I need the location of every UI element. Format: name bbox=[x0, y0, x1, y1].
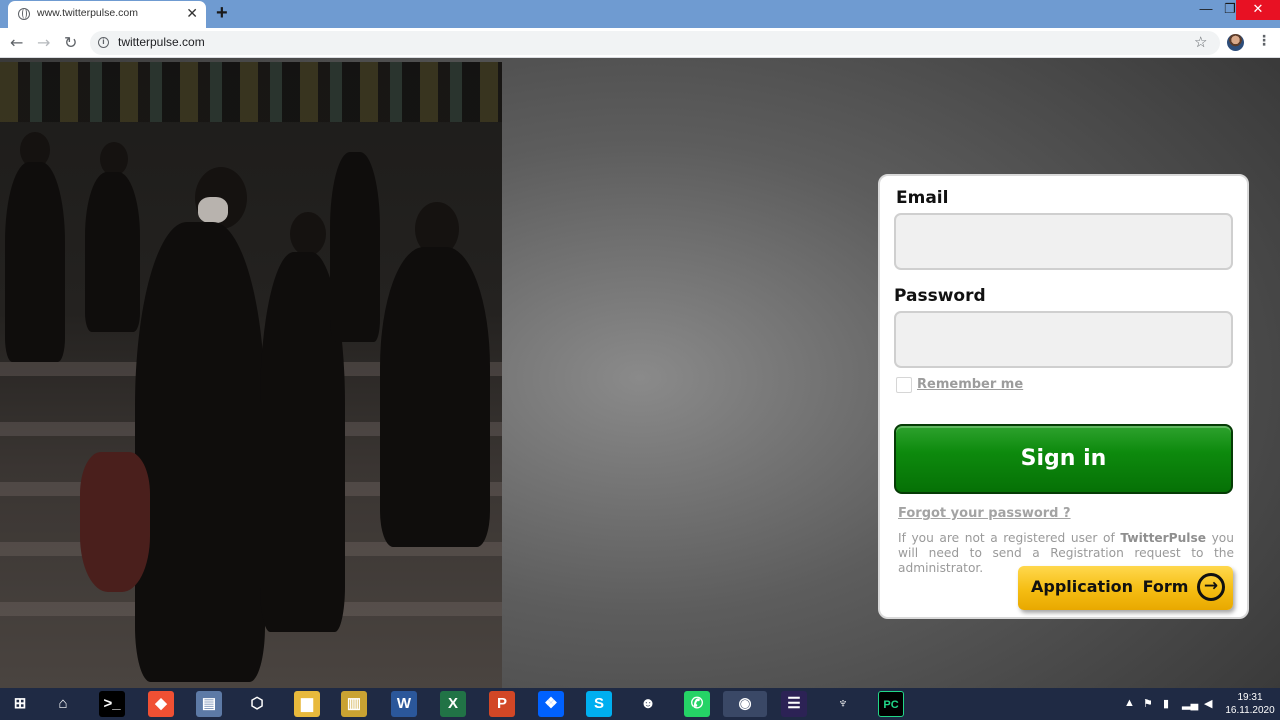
url-text[interactable]: twitterpulse.com bbox=[118, 35, 205, 49]
remember-me-label[interactable]: Remember me bbox=[917, 377, 1023, 392]
photo-person bbox=[100, 142, 128, 176]
sign-in-button[interactable]: Sign in bbox=[894, 424, 1233, 494]
application-form-label: Application Form bbox=[1031, 577, 1189, 596]
windows-start-icon[interactable]: ⊞ bbox=[7, 691, 33, 717]
dropbox-icon[interactable]: ❖ bbox=[538, 691, 564, 717]
site-info-icon[interactable]: i bbox=[98, 37, 109, 48]
globe-icon bbox=[18, 8, 30, 20]
info-brand: TwitterPulse bbox=[1120, 531, 1206, 545]
page-background: Email Password Remember me Sign in Forgo… bbox=[0, 58, 1280, 688]
eclipse-icon[interactable]: ☰ bbox=[781, 691, 807, 717]
browser-menu-icon[interactable]: ⋮ bbox=[1257, 33, 1271, 49]
password-label: Password bbox=[894, 286, 986, 306]
home-icon[interactable]: ⌂ bbox=[50, 691, 76, 717]
volume-muted-icon[interactable]: ◀ bbox=[1204, 697, 1212, 710]
browser-toolbar: ← → ↻ i twitterpulse.com ☆ ⋮ bbox=[0, 28, 1280, 58]
flag-icon[interactable]: ⚑ bbox=[1143, 697, 1153, 710]
windows-taskbar: ⊞ ⌂ >_ ◆ ▤ ⬡ ▆ ▥ W X P ❖ S ☻ ✆ ◉ ☰ ♆ PC ▲ ⚑ ▮ ▂▄ ◀ 19:31 1… bbox=[0, 688, 1280, 720]
password-input[interactable] bbox=[896, 313, 1231, 366]
password-field[interactable] bbox=[894, 311, 1233, 368]
photo-lights bbox=[0, 62, 502, 122]
tab-title: www.twitterpulse.com bbox=[37, 7, 138, 19]
virtualbox-icon[interactable]: ⬡ bbox=[244, 691, 270, 717]
arrow-circle-right-icon: → bbox=[1197, 573, 1225, 601]
application-form-button[interactable]: Application Form → bbox=[1018, 566, 1233, 610]
network-icon[interactable]: ▤ bbox=[196, 691, 222, 717]
powerpoint-icon[interactable]: P bbox=[489, 691, 515, 717]
archive-icon[interactable]: ▥ bbox=[341, 691, 367, 717]
mysql-workbench-icon[interactable]: ♆ bbox=[830, 691, 856, 717]
back-arrow-icon[interactable]: ← bbox=[10, 33, 23, 52]
tray-chevron-icon[interactable]: ▲ bbox=[1124, 697, 1135, 709]
system-clock[interactable]: 19:31 16.11.2020 bbox=[1224, 691, 1276, 717]
word-icon[interactable]: W bbox=[391, 691, 417, 717]
info-prefix: If you are not a registered user of bbox=[898, 531, 1121, 545]
git-icon[interactable]: ◆ bbox=[148, 691, 174, 717]
photo-person bbox=[380, 247, 490, 547]
photo-person bbox=[290, 212, 326, 256]
photo-person bbox=[330, 152, 380, 342]
close-window-button[interactable]: ✕ bbox=[1236, 0, 1280, 20]
clock-date: 16.11.2020 bbox=[1225, 705, 1275, 716]
crowd-photo bbox=[0, 62, 502, 688]
reload-icon[interactable]: ↻ bbox=[64, 33, 77, 52]
battery-icon[interactable]: ▮ bbox=[1163, 697, 1169, 710]
forgot-password-link[interactable]: Forgot your password ? bbox=[898, 506, 1071, 521]
photo-person bbox=[85, 172, 140, 332]
signal-icon[interactable]: ▂▄ bbox=[1182, 697, 1198, 710]
browser-tab[interactable]: www.twitterpulse.com ✕ bbox=[8, 1, 206, 28]
photo-face-mask bbox=[198, 197, 228, 223]
new-tab-button[interactable]: + bbox=[216, 2, 228, 25]
email-label: Email bbox=[896, 188, 949, 208]
photo-bag bbox=[80, 452, 150, 592]
discord-icon[interactable]: ☻ bbox=[635, 691, 661, 717]
tab-close-icon[interactable]: ✕ bbox=[186, 5, 198, 22]
pycharm-icon[interactable]: PC bbox=[878, 691, 904, 717]
login-card: Email Password Remember me Sign in Forgo… bbox=[878, 174, 1249, 619]
browser-titlebar: www.twitterpulse.com ✕ + — ❐ ✕ bbox=[0, 0, 1280, 28]
file-explorer-icon[interactable]: ▆ bbox=[294, 691, 320, 717]
email-field[interactable] bbox=[894, 213, 1233, 270]
remember-me-checkbox[interactable] bbox=[896, 377, 912, 393]
clock-time: 19:31 bbox=[1237, 692, 1263, 703]
excel-icon[interactable]: X bbox=[440, 691, 466, 717]
photo-person bbox=[5, 162, 65, 362]
profile-avatar[interactable] bbox=[1227, 34, 1244, 51]
minimize-button[interactable]: — bbox=[1196, 0, 1216, 20]
bookmark-star-icon[interactable]: ☆ bbox=[1194, 33, 1207, 51]
forward-arrow-icon[interactable]: → bbox=[37, 33, 50, 52]
whatsapp-icon[interactable]: ✆ bbox=[684, 691, 710, 717]
address-bar[interactable]: i twitterpulse.com ☆ bbox=[90, 31, 1220, 55]
skype-icon[interactable]: S bbox=[586, 691, 612, 717]
chrome-icon[interactable]: ◉ bbox=[723, 691, 767, 717]
photo-person bbox=[135, 222, 265, 682]
terminal-icon[interactable]: >_ bbox=[99, 691, 125, 717]
email-input[interactable] bbox=[896, 215, 1231, 268]
